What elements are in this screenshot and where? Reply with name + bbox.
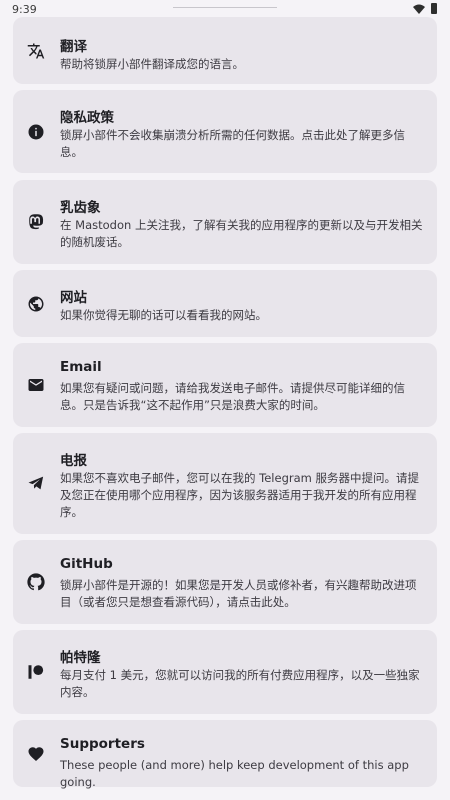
privacy-policy-title: 隐私政策	[60, 110, 114, 126]
mastodon-icon	[27, 213, 45, 231]
patreon-title: 帕特隆	[60, 650, 101, 666]
privacy-policy-description: 锁屏小部件不会收集崩溃分析所需的任何数据。点击此处了解更多信息。	[60, 128, 405, 159]
info-icon	[27, 123, 45, 141]
privacy-policy-card[interactable]: 隐私政策 锁屏小部件不会收集崩溃分析所需的任何数据。点击此处了解更多信息。	[13, 90, 437, 173]
patreon-card[interactable]: 帕特隆 每月支付 1 美元，您就可以访问我的所有付费应用程序，以及一些独家内容。	[13, 630, 437, 714]
email-description: 如果您有疑问或问题，请给我发送电子邮件。请提供尽可能详细的信息。只是告诉我“这不…	[60, 381, 405, 412]
wifi-icon	[413, 4, 425, 14]
translate-title: 翻译	[60, 39, 87, 55]
status-bar-handle	[173, 7, 277, 8]
supporters-title: Supporters	[60, 736, 145, 752]
email-card[interactable]: Email 如果您有疑问或问题，请给我发送电子邮件。请提供尽可能详细的信息。只是…	[13, 343, 437, 427]
github-card[interactable]: GitHub 锁屏小部件是开源的！如果您是开发人员或修补者，有兴趣帮助改进项目（…	[13, 540, 437, 624]
website-description: 如果你觉得无聊的话可以看看我的网站。	[60, 308, 267, 322]
website-card[interactable]: 网站 如果你觉得无聊的话可以看看我的网站。	[13, 270, 437, 337]
mastodon-card[interactable]: 乳齿象 在 Mastodon 上关注我，了解有关我的应用程序的更新以及与开发相关…	[13, 180, 437, 264]
mastodon-description: 在 Mastodon 上关注我，了解有关我的应用程序的更新以及与开发相关的随机废…	[60, 218, 423, 249]
mastodon-title: 乳齿象	[60, 200, 101, 216]
status-bar: 9:39	[0, 0, 450, 18]
patreon-icon	[27, 663, 45, 681]
status-time: 9:39	[12, 3, 37, 16]
supporters-description: These people (and more) help keep develo…	[60, 758, 409, 789]
translate-icon	[27, 42, 45, 60]
globe-icon	[27, 295, 45, 313]
github-title: GitHub	[60, 556, 113, 572]
github-icon	[27, 573, 45, 591]
telegram-card[interactable]: 电报 如果您不喜欢电子邮件，您可以在我的 Telegram 服务器中提问。请提及…	[13, 433, 437, 534]
mail-icon	[27, 376, 45, 394]
github-description: 锁屏小部件是开源的！如果您是开发人员或修补者，有兴趣帮助改进项目（或者您只是想查…	[60, 578, 417, 609]
translate-description: 帮助将锁屏小部件翻译成您的语言。	[60, 57, 244, 71]
email-title: Email	[60, 359, 102, 375]
telegram-description: 如果您不喜欢电子邮件，您可以在我的 Telegram 服务器中提问。请提及您正在…	[60, 471, 420, 519]
telegram-icon	[27, 474, 45, 492]
battery-icon	[431, 3, 437, 14]
website-title: 网站	[60, 290, 87, 306]
supporters-card[interactable]: Supporters These people (and more) help …	[13, 720, 437, 789]
telegram-title: 电报	[60, 453, 87, 469]
patreon-description: 每月支付 1 美元，您就可以访问我的所有付费应用程序，以及一些独家内容。	[60, 668, 420, 699]
translate-card[interactable]: 翻译 帮助将锁屏小部件翻译成您的语言。	[13, 17, 437, 84]
heart-icon	[27, 745, 45, 763]
